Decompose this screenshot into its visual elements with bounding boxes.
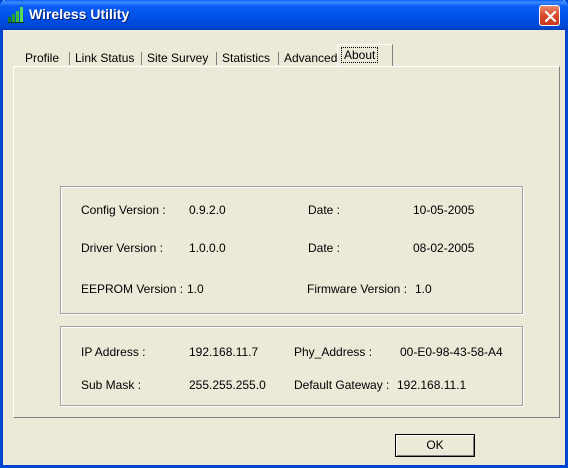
firmware-version-value: 1.0: [415, 282, 432, 296]
firmware-version-label: Firmware Version :: [307, 282, 408, 296]
driver-version-label: Driver Version :: [81, 241, 164, 255]
tab-statistics[interactable]: Statistics: [218, 47, 274, 69]
title-bar[interactable]: Wireless Utility: [0, 0, 568, 30]
ip-address-value: 192.168.11.7: [189, 345, 259, 359]
config-date-value: 10-05-2005: [413, 203, 475, 217]
sub-mask-value: 255.255.255.0: [189, 378, 266, 392]
tab-advanced[interactable]: Advanced: [280, 47, 341, 69]
tab-about-label: About: [341, 47, 379, 63]
driver-date-label: Date :: [308, 241, 341, 255]
tab-separator: [69, 52, 70, 65]
wireless-utility-window: Wireless Utility Profile Link Status Sit…: [0, 0, 568, 468]
default-gateway-label: Default Gateway :: [294, 378, 390, 392]
default-gateway-value: 192.168.11.1: [397, 378, 467, 392]
eeprom-version-value: 1.0: [187, 282, 204, 296]
network-info-group: [60, 326, 523, 406]
close-icon: [544, 10, 557, 23]
eeprom-version-label: EEPROM Version :: [81, 282, 184, 296]
window-title: Wireless Utility: [29, 6, 130, 22]
config-version-value: 0.9.2.0: [189, 203, 226, 217]
phy-address-value: 00-E0-98-43-58-A4: [400, 345, 503, 359]
tab-separator: [278, 52, 279, 65]
close-button[interactable]: [539, 5, 560, 26]
tab-about[interactable]: About: [337, 44, 393, 66]
signal-bars-icon: [8, 7, 24, 23]
driver-date-value: 08-02-2005: [413, 241, 475, 255]
sub-mask-label: Sub Mask :: [81, 378, 142, 392]
driver-version-value: 1.0.0.0: [189, 241, 226, 255]
tab-profile[interactable]: Profile: [21, 47, 63, 69]
config-version-label: Config Version :: [81, 203, 166, 217]
tab-separator: [216, 52, 217, 65]
tab-separator: [141, 52, 142, 65]
ip-address-label: IP Address :: [81, 345, 146, 359]
tab-link-status[interactable]: Link Status: [71, 47, 138, 69]
phy-address-label: Phy_Address :: [294, 345, 373, 359]
config-date-label: Date :: [308, 203, 341, 217]
ok-button[interactable]: OK: [395, 434, 475, 457]
tab-site-survey[interactable]: Site Survey: [143, 47, 212, 69]
